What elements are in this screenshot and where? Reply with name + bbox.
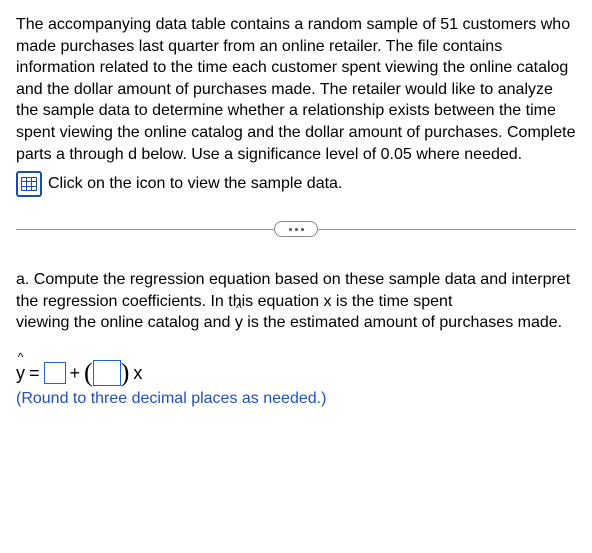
slope-group: ( ) (84, 360, 129, 386)
plus-sign: + (70, 361, 81, 385)
rounding-note: (Round to three decimal places as needed… (16, 388, 576, 410)
close-paren: ) (121, 364, 130, 382)
equals-sign: = (29, 361, 40, 385)
data-link-row: Click on the icon to view the sample dat… (16, 171, 576, 197)
problem-statement: The accompanying data table contains a r… (16, 14, 576, 165)
expand-button[interactable] (274, 221, 318, 237)
equation-yhat: ^ y (16, 361, 25, 385)
intercept-input[interactable] (44, 362, 66, 384)
part-a-line2-post: is the estimated amount of purchases mad… (243, 314, 562, 331)
yhat-symbol: ^y (235, 312, 243, 334)
part-a-text: a. Compute the regression equation based… (16, 269, 576, 334)
data-link-text: Click on the icon to view the sample dat… (48, 173, 342, 195)
x-variable: x (133, 361, 142, 385)
grid-icon (21, 177, 37, 191)
table-icon[interactable] (16, 171, 42, 197)
part-a-line1: a. Compute the regression equation based… (16, 271, 570, 310)
part-a-line2-pre: viewing the online catalog and (16, 314, 235, 331)
open-paren: ( (84, 364, 93, 382)
equation-row: ^ y = + ( ) x (16, 352, 576, 386)
slope-input[interactable] (93, 360, 121, 386)
divider-row (16, 217, 576, 241)
